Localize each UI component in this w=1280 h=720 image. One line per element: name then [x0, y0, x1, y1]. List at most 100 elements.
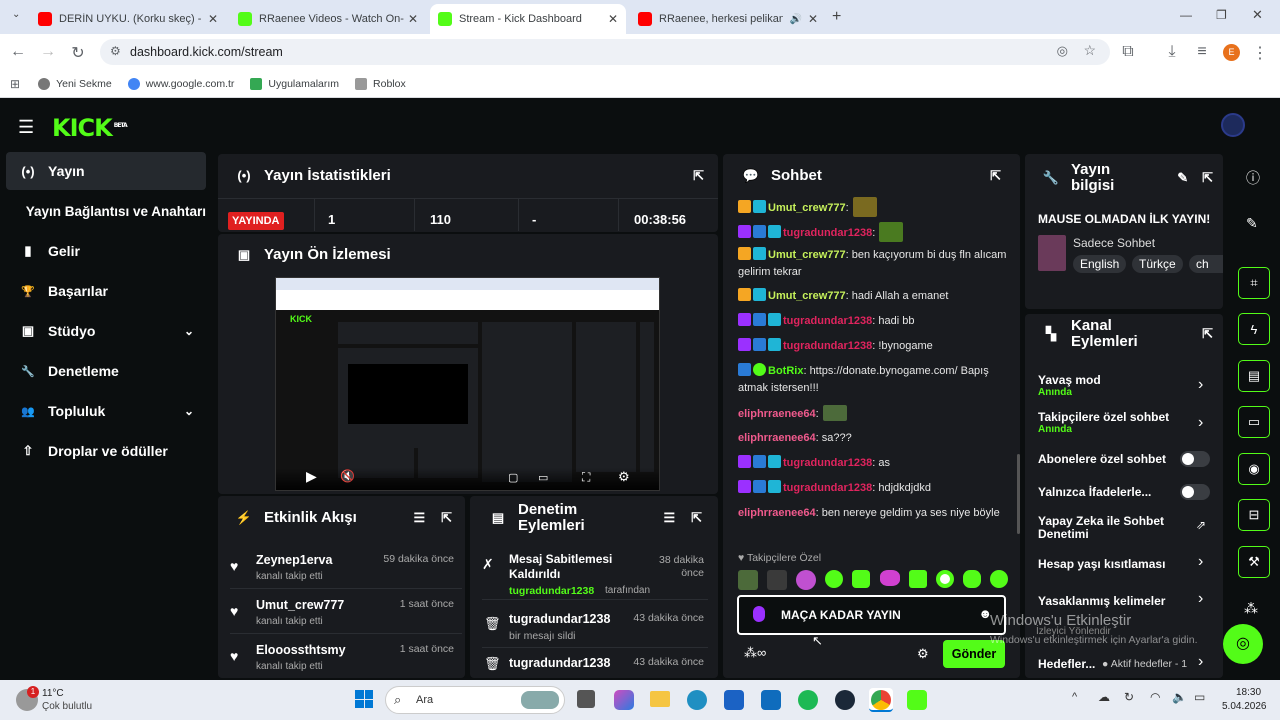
action-ai-moderation[interactable]: Yapay Zeka ile Sohbet Denetimi [1038, 515, 1183, 541]
bookmark-3[interactable]: Uygulamalarım [250, 77, 339, 90]
emote-only-toggle[interactable] [1180, 484, 1210, 500]
reload-icon[interactable]: ↻ [68, 43, 88, 63]
new-tab-button[interactable]: + [832, 8, 841, 26]
action-banned-words[interactable]: Yasaklanmış kelimeler [1038, 594, 1213, 608]
popout-icon[interactable]: ⇱ [1202, 170, 1213, 186]
task-view-icon[interactable] [577, 690, 595, 708]
tab-3[interactable]: Stream - Kick Dashboard ✕ [430, 4, 626, 34]
hamburger-menu-icon[interactable]: ☰ [18, 117, 34, 138]
forward-icon[interactable]: → [38, 43, 58, 61]
sidebar-item-stream-key[interactable]: Yayın Bağlantısı ve Anahtarı [6, 192, 206, 230]
tab-2[interactable]: RRaenee Videos - Watch On-De ✕ [230, 4, 426, 34]
emote-icon[interactable] [852, 570, 871, 588]
settings-icon[interactable]: ⚙ [618, 469, 630, 485]
bookmark-1[interactable]: Yeni Sekme [38, 77, 112, 90]
event-user[interactable]: Zeynep1erva [256, 553, 332, 567]
action-slow-mode[interactable]: Yavaş mod Anında [1038, 373, 1213, 398]
chat-user[interactable]: eliphrraenee64 [738, 432, 816, 444]
onedrive-icon[interactable]: ☁ [1098, 690, 1110, 704]
clock-time[interactable]: 18:30 [1236, 687, 1261, 698]
chat-user[interactable]: BotRix [768, 365, 803, 377]
sidebar-item-droplar[interactable]: ⇧ Droplar ve ödüller [6, 432, 206, 470]
mod-user[interactable]: tugradundar1238 [509, 656, 610, 670]
stream-preview-video[interactable]: KICK ▶ 🔇 ▢ ▭ ⛶ ⚙ [275, 277, 660, 491]
audio-icon[interactable]: 🔊 [789, 14, 801, 25]
copilot-icon[interactable] [614, 690, 634, 710]
chat-user[interactable]: Umut_crew777 [768, 249, 846, 261]
close-tab-icon[interactable]: ✕ [808, 12, 818, 26]
refresh-icon[interactable]: ↻ [1124, 690, 1134, 704]
media-icon[interactable]: ≡ [1192, 43, 1212, 61]
apps-grid-icon[interactable]: ⊞ [10, 77, 20, 91]
category-thumbnail[interactable] [1038, 235, 1066, 271]
extensions-icon[interactable]: ⧉ [1118, 43, 1138, 61]
tag-turkce[interactable]: Türkçe [1132, 255, 1183, 273]
kick-app-icon[interactable] [907, 690, 927, 710]
sidebar-item-yayin[interactable]: (•) Yayın [6, 152, 206, 190]
tray-chevron-icon[interactable]: ^ [1072, 691, 1077, 703]
emote-icon[interactable] [879, 570, 900, 586]
event-user[interactable]: Umut_crew777 [256, 598, 344, 612]
popout-icon[interactable]: ⇱ [1202, 326, 1213, 342]
sidebar-item-topluluk[interactable]: 👥 Topluluk ⌄ [6, 392, 206, 430]
points-icon[interactable]: ⁂∞ [744, 645, 766, 661]
broadcast-icon[interactable]: ◉ [1238, 453, 1270, 485]
chat-user[interactable]: tugradundar1238 [783, 340, 872, 352]
filter-icon[interactable]: ☰ [663, 510, 675, 526]
close-tab-icon[interactable]: ✕ [608, 12, 618, 26]
chat-user[interactable]: Umut_crew777 [768, 202, 846, 214]
wrench-icon[interactable]: ⚒ [1238, 546, 1270, 578]
close-window-button[interactable]: ✕ [1252, 7, 1263, 23]
event-user[interactable]: Eloooss​thtsmy [256, 643, 346, 657]
mod-user[interactable]: tugradundar1238 [509, 612, 610, 626]
windows-start-icon[interactable] [355, 690, 373, 708]
info-icon[interactable]: ⓘ [1246, 168, 1260, 188]
menu-dots-icon[interactable]: ⋮ [1250, 43, 1270, 63]
chat-user[interactable]: tugradundar1238 [783, 227, 872, 239]
user-avatar[interactable] [1221, 113, 1245, 137]
popout-icon[interactable]: ⇱ [693, 168, 704, 184]
download-icon[interactable]: ⤓ [1162, 43, 1182, 61]
action-account-age[interactable]: Hesap yaşı kısıtlaması [1038, 557, 1213, 571]
pip-icon[interactable]: ▢ [508, 471, 518, 484]
spotify-icon[interactable] [798, 690, 818, 710]
tab-4[interactable]: RRaenee, herkesi pelikanda 🔊 ✕ [630, 4, 826, 34]
site-info-icon[interactable]: ⚙ [110, 44, 121, 58]
chat-bubble-icon[interactable]: ▭ [1238, 406, 1270, 438]
chevron-right-icon[interactable]: › [1198, 653, 1203, 671]
bookmark-4[interactable]: Roblox [355, 77, 406, 90]
tab-search-icon[interactable]: ⌄ [12, 9, 20, 20]
category-name[interactable]: Sadece Sohbet [1073, 236, 1155, 250]
filter-icon[interactable]: ☰ [413, 510, 425, 526]
emote-icon[interactable] [767, 570, 788, 590]
edit-icon[interactable]: ✎ [1177, 170, 1188, 186]
file-explorer-icon[interactable] [650, 691, 670, 707]
tag-english[interactable]: English [1073, 255, 1127, 273]
battery-icon[interactable]: ▭ [1194, 690, 1205, 704]
action-goals[interactable]: Hedefler... [1038, 657, 1098, 671]
tag-overflow[interactable]: ch [1189, 255, 1223, 273]
store-icon[interactable] [724, 690, 744, 710]
clip-icon[interactable]: ⌗ [1238, 267, 1270, 299]
mod-user[interactable]: tugradundar1238 [509, 585, 594, 597]
chat-user[interactable]: Umut_crew777 [768, 290, 846, 302]
external-link-icon[interactable]: ⇗ [1196, 518, 1206, 532]
close-tab-icon[interactable]: ✕ [208, 12, 218, 26]
play-icon[interactable]: ▶ [306, 468, 317, 485]
sidebar-item-basarilar[interactable]: 🏆 Başarılar [6, 272, 206, 310]
bookmark-star-icon[interactable]: ☆ [1083, 42, 1096, 59]
emote-icon[interactable] [935, 570, 954, 588]
profile-avatar[interactable]: E [1223, 44, 1240, 61]
tab-1[interactable]: DERİN UYKU. (Korku skeç) - Yo ✕ [30, 4, 226, 34]
chrome-taskbar-item[interactable] [869, 688, 893, 712]
minimize-button[interactable]: — [1180, 8, 1192, 22]
chat-user[interactable]: tugradundar1238 [783, 482, 872, 494]
chat-user[interactable]: tugradundar1238 [783, 457, 872, 469]
chevron-right-icon[interactable]: › [1198, 376, 1203, 394]
sidebar-item-denetleme[interactable]: 🔧 Denetleme [6, 352, 206, 390]
chat-input[interactable]: MAÇA KADAR YAYIN ☻ [737, 595, 1006, 635]
fullscreen-icon[interactable]: ⛶ [582, 470, 590, 485]
emote-icon[interactable] [825, 570, 844, 588]
studio-icon[interactable]: ⊟ [1238, 499, 1270, 531]
chevron-right-icon[interactable]: › [1198, 414, 1203, 432]
